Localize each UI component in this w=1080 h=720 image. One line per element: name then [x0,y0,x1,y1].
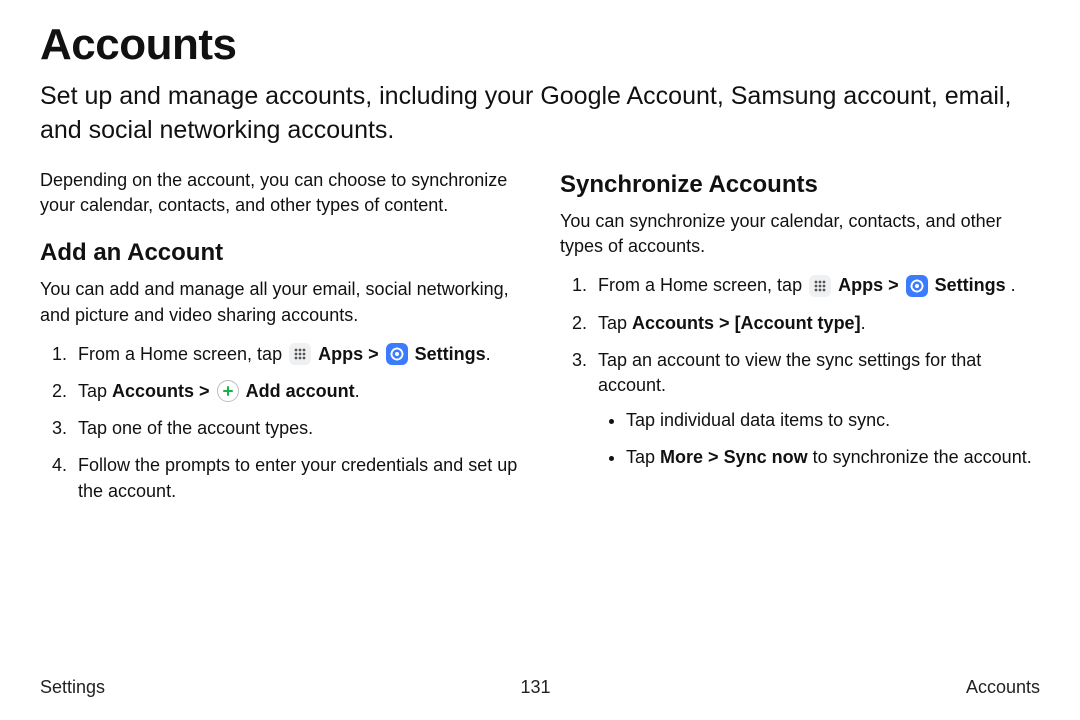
sync-step2-pre: Tap [598,313,632,333]
sync-step1-arrow: > [888,275,904,295]
sync-step2-accounts: Accounts [632,313,714,333]
right-column: Synchronize Accounts You can synchronize… [560,168,1040,516]
sync-sub-1: Tap individual data items to sync. [626,408,1040,433]
add-account-heading: Add an Account [40,236,520,270]
sync-step1-apps: Apps [838,275,883,295]
sync-sub2-sync: Sync now [724,447,808,467]
footer-right: Accounts [966,677,1040,698]
apps-icon [289,343,311,365]
add-step2-pre: Tap [78,381,112,401]
sync-sub2-post: to synchronize the account. [808,447,1032,467]
apps-icon [809,275,831,297]
add-step1-arrow: > [368,344,384,364]
sync-sub2-arrow: > [703,447,724,467]
add-step1-apps: Apps [318,344,363,364]
page-footer: Settings 131 Accounts [40,677,1040,698]
add-account-steps: From a Home screen, tap Apps > Settings.… [40,342,520,504]
sync-sub2-more: More [660,447,703,467]
add-step2-arrow: > [194,381,215,401]
page-title: Accounts [40,20,1040,70]
add-step1-pre: From a Home screen, tap [78,344,287,364]
footer-left: Settings [40,677,105,698]
columns: Depending on the account, you can choose… [40,168,1040,516]
sync-step-3: Tap an account to view the sync settings… [592,348,1040,471]
page-intro: Set up and manage accounts, including yo… [40,80,1040,148]
sync-step2-type: [Account type] [735,313,861,333]
add-account-desc: You can add and manage all your email, s… [40,277,520,327]
sync-step-1: From a Home screen, tap Apps > Settings … [592,273,1040,298]
sync-step1-post: . [1006,275,1016,295]
add-step-3: Tap one of the account types. [72,416,520,441]
sync-desc: You can synchronize your calendar, conta… [560,209,1040,259]
document-page: Accounts Set up and manage accounts, inc… [0,0,1080,720]
sync-step1-settings: Settings [935,275,1006,295]
add-icon [217,380,239,402]
add-step2-accounts: Accounts [112,381,194,401]
add-step1-settings: Settings [415,344,486,364]
sync-step2-post: . [861,313,866,333]
settings-icon [906,275,928,297]
sync-step3-text: Tap an account to view the sync settings… [598,350,981,395]
sync-step1-pre: From a Home screen, tap [598,275,807,295]
sync-sub-2: Tap More > Sync now to synchronize the a… [626,445,1040,470]
add-step-1: From a Home screen, tap Apps > Settings. [72,342,520,367]
add-step-4: Follow the prompts to enter your credent… [72,453,520,503]
add-step2-post: . [355,381,360,401]
sync-sub2-pre: Tap [626,447,660,467]
add-step-2: Tap Accounts > Add account. [72,379,520,404]
left-column: Depending on the account, you can choose… [40,168,520,516]
footer-page-number: 131 [520,677,550,698]
add-step1-post: . [486,344,491,364]
sync-heading: Synchronize Accounts [560,168,1040,202]
settings-icon [386,343,408,365]
left-pretext: Depending on the account, you can choose… [40,168,520,218]
sync-substeps: Tap individual data items to sync. Tap M… [598,408,1040,470]
sync-step2-arrow: > [714,313,735,333]
sync-steps: From a Home screen, tap Apps > Settings … [560,273,1040,470]
sync-step-2: Tap Accounts > [Account type]. [592,311,1040,336]
add-step2-add: Add account [246,381,355,401]
